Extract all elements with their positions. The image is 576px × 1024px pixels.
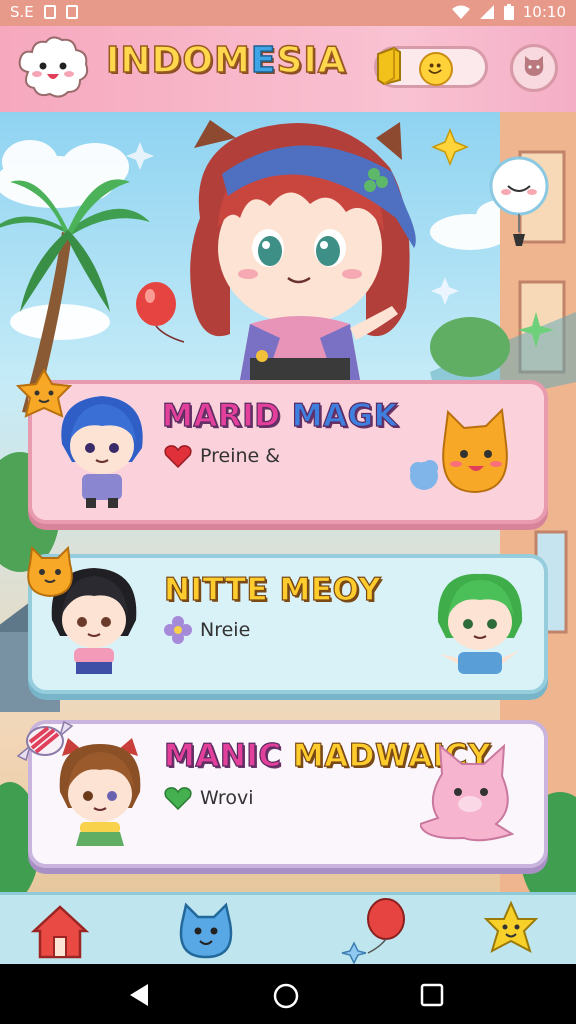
heart-icon — [164, 445, 192, 468]
main-chibi-character[interactable] — [170, 108, 430, 380]
back-icon[interactable] — [128, 982, 152, 1008]
cat-menu-icon — [524, 56, 544, 76]
pink-cat-icon — [420, 744, 515, 842]
red-balloon-icon — [136, 282, 185, 343]
home-icon[interactable] — [30, 903, 90, 961]
orange-cat-blob-icon — [410, 407, 508, 494]
card-title: MARID MAGK — [161, 397, 399, 434]
star-creature-icon[interactable] — [484, 901, 538, 959]
card-subtitle: Wrovi — [164, 786, 253, 810]
bottom-nav — [0, 892, 576, 967]
notification-icon — [43, 5, 56, 19]
flower-icon — [164, 616, 192, 644]
orange-cat-badge-icon — [27, 546, 73, 598]
page-title: INDOMESIA — [105, 39, 347, 82]
brown-hair-chibi-icon — [59, 738, 141, 846]
wifi-icon — [451, 5, 470, 19]
card-title: NITTE MEOY — [163, 571, 382, 608]
status-bar: S.E 10:10 — [0, 0, 576, 26]
settings-button[interactable] — [510, 44, 558, 92]
green-hair-chibi-icon — [437, 573, 523, 674]
card-subtitle: Preine & — [164, 444, 280, 468]
battery-icon — [503, 4, 514, 20]
orange-star-creature-icon — [15, 367, 73, 418]
cloud-balloon-icon — [489, 156, 549, 246]
home-circle-icon[interactable] — [272, 982, 300, 1010]
gold-bar-icon — [377, 46, 401, 86]
cat-blob-icon[interactable] — [176, 901, 236, 961]
recents-icon[interactable] — [420, 982, 444, 1008]
status-time: 10:10 — [522, 3, 566, 21]
status-carrier: S.E — [10, 3, 34, 21]
cloud-mascot-logo-icon[interactable] — [16, 34, 90, 100]
smiley-face-icon — [419, 52, 453, 86]
signal-icon — [479, 5, 494, 19]
green-heart-icon — [164, 787, 192, 810]
balloon-icon[interactable] — [340, 897, 410, 965]
card-subtitle: Nreie — [164, 616, 250, 644]
notification-icon — [65, 5, 78, 19]
system-nav-bar — [0, 964, 576, 1024]
